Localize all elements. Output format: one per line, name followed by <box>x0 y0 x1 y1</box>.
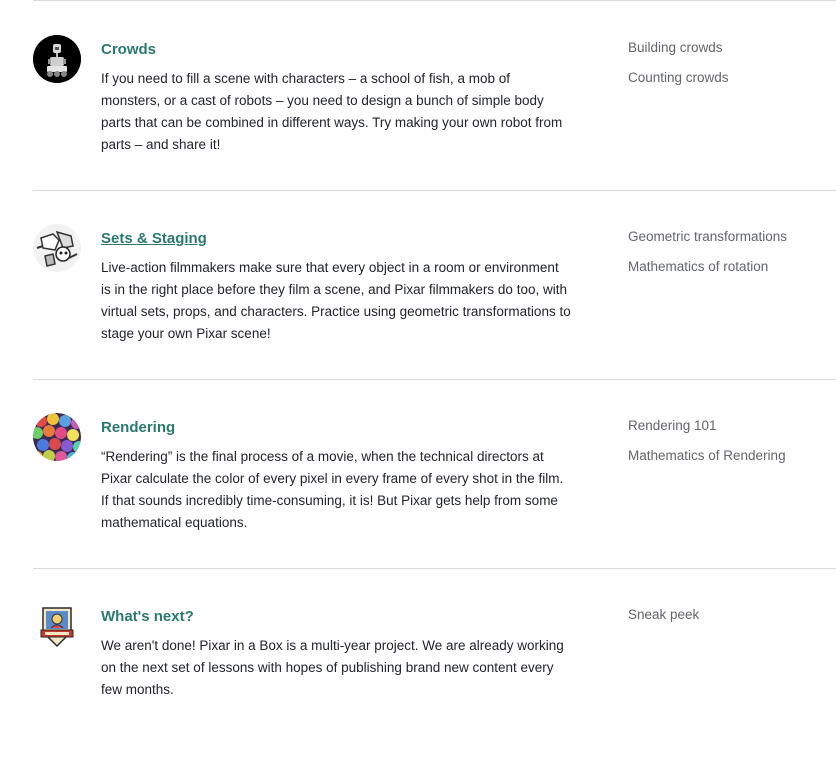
lesson-list-rendering: Rendering 101 Mathematics of Rendering <box>628 416 836 476</box>
robot-icon <box>33 35 81 83</box>
topic-section-whats-next: What's next? We aren't done! Pixar in a … <box>33 568 836 757</box>
topic-description-crowds: If you need to fill a scene with charact… <box>101 71 563 152</box>
balloons-icon <box>33 413 81 461</box>
lesson-link-mathematics-of-rendering[interactable]: Mathematics of Rendering <box>628 446 836 466</box>
topic-description-sets-staging: Live-action filmmakers make sure that ev… <box>101 260 571 341</box>
topic-section-crowds: Crowds If you need to fill a scene with … <box>33 1 836 191</box>
topic-description-rendering: “Rendering” is the final process of a mo… <box>101 449 564 530</box>
lesson-link-sneak-peek[interactable]: Sneak peek <box>628 605 836 625</box>
sketch-icon <box>33 224 81 272</box>
lesson-link-counting-crowds[interactable]: Counting crowds <box>628 68 836 88</box>
lesson-link-building-crowds[interactable]: Building crowds <box>628 38 836 58</box>
topic-section-sets-staging: Sets & Staging Live-action filmmakers ma… <box>33 190 836 380</box>
topic-title-rendering[interactable]: Rendering <box>101 418 175 438</box>
lesson-list-sets-staging: Geometric transformations Mathematics of… <box>628 227 836 287</box>
topic-title-whats-next[interactable]: What's next? <box>101 607 194 627</box>
lesson-list-crowds: Building crowds Counting crowds <box>628 38 836 98</box>
topic-title-crowds[interactable]: Crowds <box>101 40 156 60</box>
lesson-link-mathematics-of-rotation[interactable]: Mathematics of rotation <box>628 257 836 277</box>
topic-section-rendering: Rendering “Rendering” is the final proce… <box>33 379 836 569</box>
lesson-list-whats-next: Sneak peek <box>628 605 836 635</box>
lesson-link-geometric-transformations[interactable]: Geometric transformations <box>628 227 836 247</box>
topic-title-sets-staging[interactable]: Sets & Staging <box>101 229 207 249</box>
badge-icon <box>33 602 81 650</box>
topic-description-whats-next: We aren't done! Pixar in a Box is a mult… <box>101 638 564 697</box>
lesson-link-rendering-101[interactable]: Rendering 101 <box>628 416 836 436</box>
